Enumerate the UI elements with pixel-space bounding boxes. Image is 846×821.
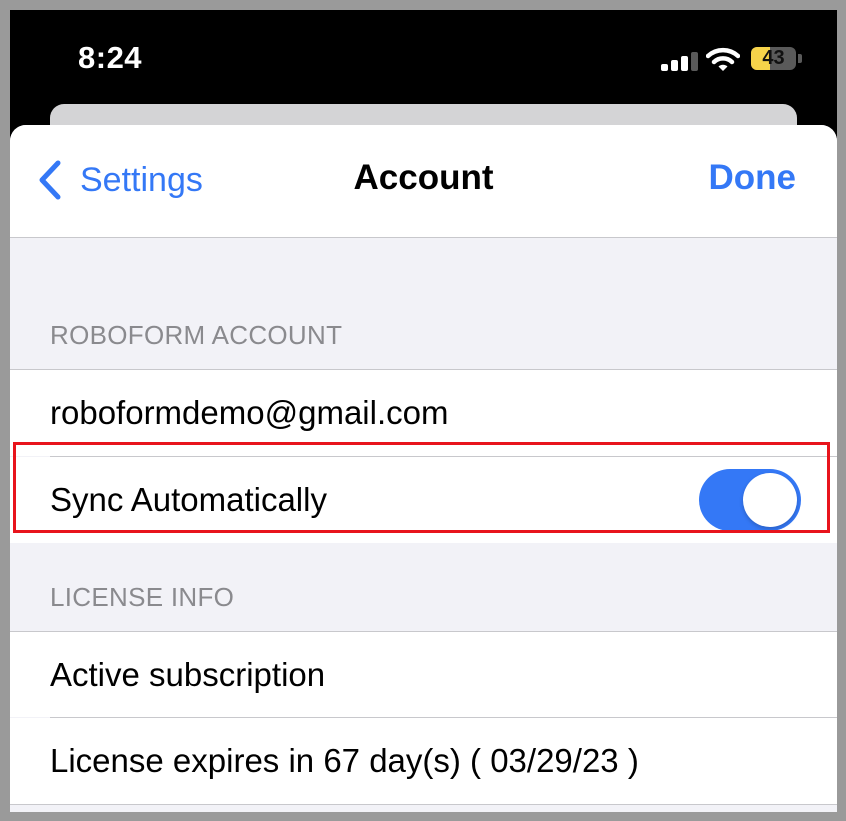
account-email: roboformdemo@gmail.com bbox=[50, 394, 449, 431]
sync-automatically-toggle[interactable] bbox=[699, 469, 801, 531]
toggle-knob bbox=[743, 473, 797, 527]
status-bar: 8:24 43 bbox=[10, 10, 837, 110]
section-header-roboform-account: ROBOFORM ACCOUNT bbox=[50, 320, 343, 350]
wifi-icon bbox=[706, 47, 740, 71]
phone-screen: 8:24 43 Settings Account Done ROBOFORM A… bbox=[10, 10, 837, 812]
battery-icon: 43 bbox=[751, 47, 796, 70]
sync-automatically-label: Sync Automatically bbox=[50, 481, 327, 518]
account-email-row[interactable]: roboformdemo@gmail.com bbox=[10, 370, 837, 456]
license-expiry-row[interactable]: License expires in 67 day(s) ( 03/29/23 … bbox=[10, 718, 837, 804]
license-expiry: License expires in 67 day(s) ( 03/29/23 … bbox=[50, 742, 639, 779]
subscription-row[interactable]: Active subscription bbox=[10, 632, 837, 717]
signal-bar bbox=[671, 60, 678, 71]
cellular-signal-icon bbox=[661, 52, 699, 71]
section-header-license-info: LICENSE INFO bbox=[50, 582, 235, 612]
divider bbox=[10, 804, 837, 805]
subscription-status: Active subscription bbox=[50, 655, 326, 693]
battery-cap bbox=[798, 54, 802, 63]
account-sheet: Settings Account Done ROBOFORM ACCOUNT r… bbox=[10, 125, 837, 812]
status-time: 8:24 bbox=[78, 40, 143, 75]
signal-bar bbox=[681, 56, 688, 71]
done-button[interactable]: Done bbox=[709, 158, 797, 198]
signal-bar bbox=[691, 52, 698, 71]
navigation-bar: Settings Account Done bbox=[10, 125, 837, 238]
signal-bar bbox=[661, 64, 668, 71]
sync-automatically-row: Sync Automatically bbox=[10, 457, 837, 543]
battery-percentage: 43 bbox=[762, 47, 785, 69]
